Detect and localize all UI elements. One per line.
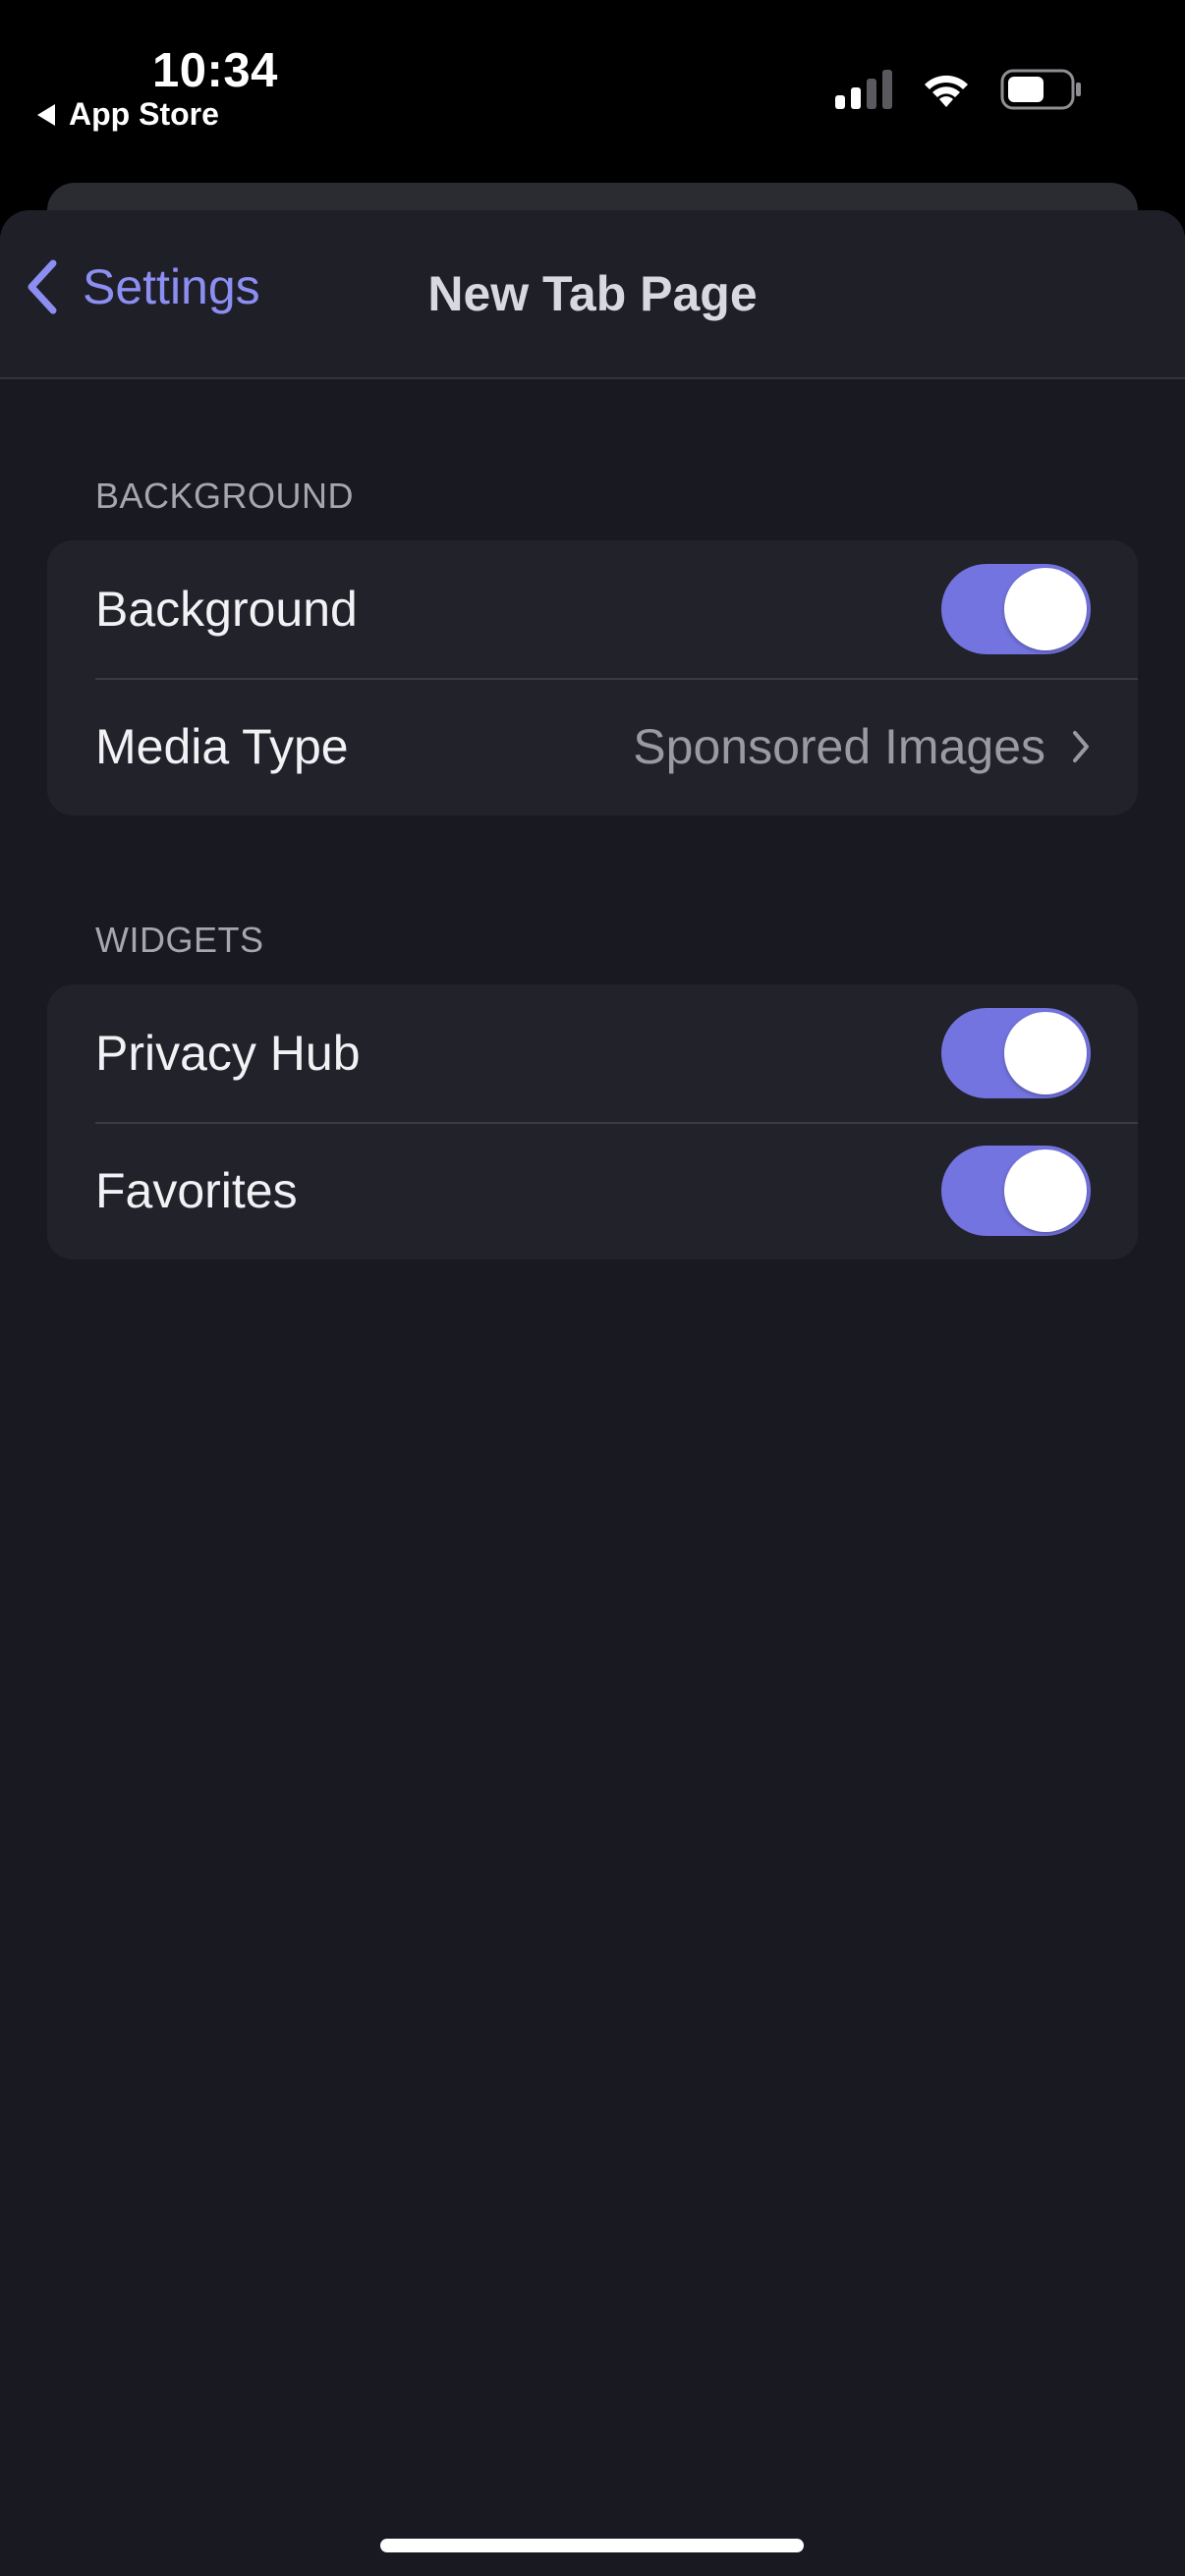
page-title: New Tab Page — [427, 266, 758, 321]
screen: 10:34 App Store Settings New Tab Page BA… — [0, 0, 1185, 2576]
status-back-label: App Store — [69, 96, 219, 132]
media-type-row[interactable]: Media Type Sponsored Images — [47, 678, 1138, 815]
background-toggle[interactable] — [941, 564, 1091, 654]
widgets-group: Privacy Hub Favorites — [47, 984, 1138, 1260]
toggle-knob — [1004, 1149, 1087, 1232]
media-type-value: Sponsored Images — [633, 719, 1045, 774]
chevron-right-icon — [1071, 729, 1091, 764]
favorites-row: Favorites — [47, 1122, 1138, 1260]
toggle-knob — [1004, 568, 1087, 650]
favorites-label: Favorites — [95, 1163, 298, 1218]
wifi-icon — [920, 70, 973, 114]
section-header-widgets: WIDGETS — [95, 920, 264, 960]
status-back-to-app[interactable]: App Store — [37, 96, 219, 133]
settings-sheet: Settings New Tab Page BACKGROUND Backgro… — [0, 210, 1185, 2576]
home-indicator[interactable] — [380, 2539, 804, 2552]
background-label: Background — [95, 582, 358, 637]
privacy-hub-label: Privacy Hub — [95, 1026, 361, 1081]
toggle-knob — [1004, 1012, 1087, 1094]
privacy-hub-row: Privacy Hub — [47, 984, 1138, 1122]
status-time: 10:34 — [152, 44, 278, 97]
navigation-bar: Settings New Tab Page — [0, 210, 1185, 379]
battery-icon — [1000, 69, 1083, 115]
status-icons — [835, 69, 1083, 115]
background-row: Background — [47, 540, 1138, 678]
section-header-background: BACKGROUND — [95, 476, 355, 516]
privacy-hub-toggle[interactable] — [941, 1008, 1091, 1098]
background-group: Background Media Type Sponsored Images — [47, 540, 1138, 815]
media-type-label: Media Type — [95, 719, 349, 774]
back-triangle-icon — [37, 103, 55, 126]
cellular-signal-icon — [835, 70, 892, 114]
favorites-toggle[interactable] — [941, 1146, 1091, 1236]
